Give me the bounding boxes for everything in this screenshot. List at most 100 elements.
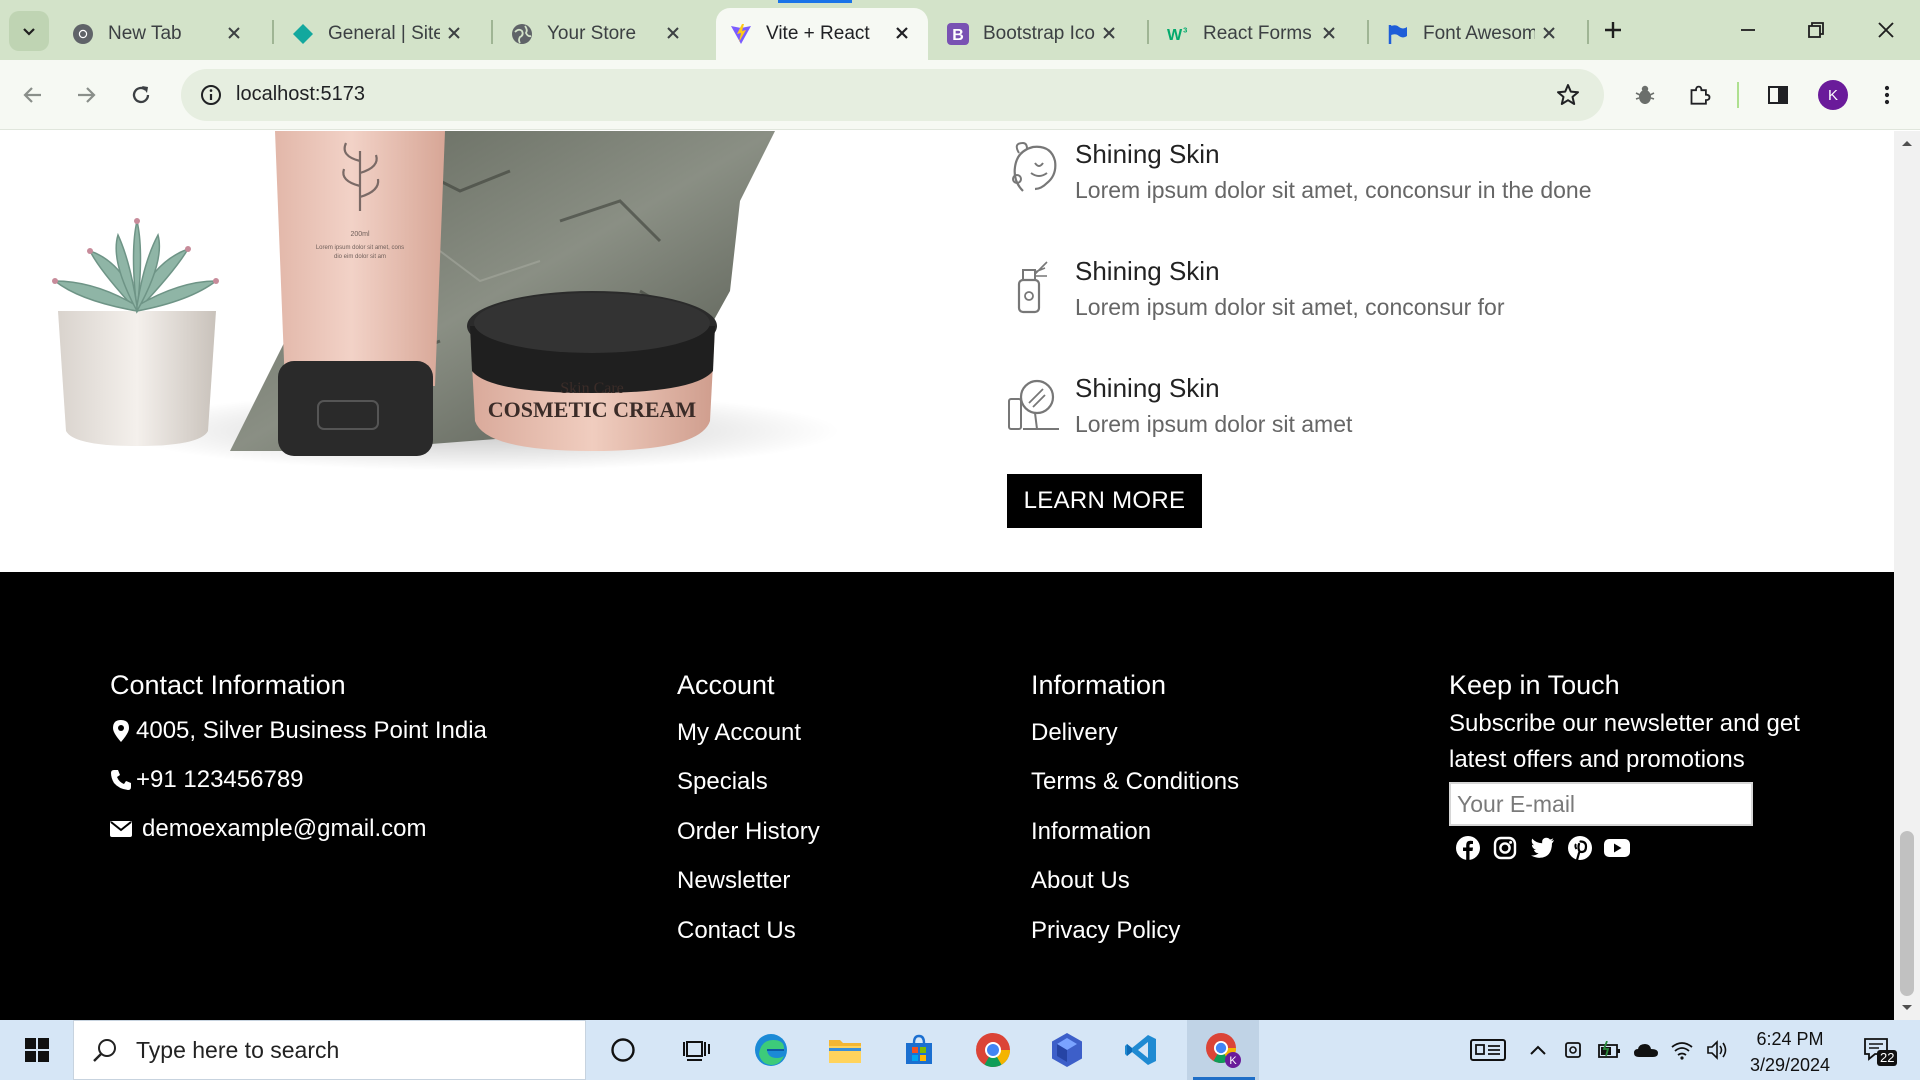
facebook-icon[interactable] bbox=[1455, 835, 1481, 861]
battery-button[interactable] bbox=[1593, 1020, 1627, 1080]
twitter-icon[interactable] bbox=[1530, 835, 1556, 861]
site-info-icon[interactable] bbox=[193, 77, 229, 113]
close-icon[interactable] bbox=[1317, 21, 1341, 45]
footer-link-about-us[interactable]: About Us bbox=[1031, 867, 1130, 895]
close-icon[interactable] bbox=[1537, 21, 1561, 45]
pinterest-icon[interactable] bbox=[1567, 835, 1593, 861]
forward-button[interactable] bbox=[66, 75, 106, 115]
svg-text:K: K bbox=[1229, 1055, 1237, 1067]
tab-react-forms[interactable]: W3 React Forms bbox=[1153, 8, 1355, 60]
scroll-thumb[interactable] bbox=[1900, 831, 1914, 996]
arrow-right-icon bbox=[78, 87, 96, 103]
power-automate-button[interactable] bbox=[1030, 1020, 1104, 1080]
chevron-up-icon bbox=[1530, 1045, 1546, 1055]
footer-link-information[interactable]: Information bbox=[1031, 818, 1151, 846]
face-care-icon bbox=[1012, 141, 1057, 192]
bookmark-star-icon[interactable] bbox=[1550, 77, 1586, 113]
svg-text:COSMETIC CREAM: COSMETIC CREAM bbox=[488, 397, 697, 422]
instagram-icon[interactable] bbox=[1492, 835, 1518, 861]
notification-count: 22 bbox=[1877, 1050, 1898, 1066]
w3schools-icon: W3 bbox=[1167, 23, 1189, 45]
scroll-up-icon[interactable] bbox=[1894, 131, 1920, 155]
close-icon[interactable] bbox=[1097, 21, 1121, 45]
browser-toolbar: localhost:5173 K bbox=[0, 60, 1920, 130]
url-text[interactable]: localhost:5173 bbox=[236, 83, 365, 106]
close-icon[interactable] bbox=[442, 21, 466, 45]
tab-general-site[interactable]: General | Site bbox=[278, 8, 480, 60]
tab-title: Your Store bbox=[547, 23, 637, 44]
minimize-button[interactable] bbox=[1714, 0, 1782, 60]
address-bar[interactable]: localhost:5173 bbox=[181, 69, 1604, 121]
battery-icon bbox=[1598, 1041, 1620, 1058]
footer-link-delivery[interactable]: Delivery bbox=[1031, 719, 1118, 747]
address-text: 4005, Silver Business Point India bbox=[136, 717, 487, 744]
chrome-taskbar-button[interactable] bbox=[956, 1020, 1030, 1080]
side-panel-button[interactable] bbox=[1758, 75, 1798, 115]
footer-link-contact-us[interactable]: Contact Us bbox=[677, 917, 796, 945]
more-vertical-icon bbox=[1884, 85, 1890, 105]
footer-link-terms[interactable]: Terms & Conditions bbox=[1031, 768, 1239, 796]
tab-search-button[interactable] bbox=[9, 11, 49, 51]
youtube-icon[interactable] bbox=[1604, 835, 1630, 861]
bootstrap-icon: B bbox=[947, 23, 969, 45]
svg-text:dio eim dolor sit am: dio eim dolor sit am bbox=[334, 254, 386, 260]
arrow-left-icon bbox=[23, 87, 41, 103]
task-view-button[interactable] bbox=[660, 1020, 734, 1080]
contact-address: 4005, Silver Business Point India bbox=[110, 717, 487, 745]
footer-link-specials[interactable]: Specials bbox=[677, 768, 768, 796]
close-icon[interactable] bbox=[661, 21, 685, 45]
map-marker-icon bbox=[110, 719, 132, 743]
browser-menu-button[interactable] bbox=[1867, 75, 1907, 115]
close-icon[interactable] bbox=[222, 21, 246, 45]
restore-button[interactable] bbox=[1782, 0, 1850, 60]
scroll-down-icon[interactable] bbox=[1894, 996, 1920, 1020]
tab-bootstrap-icons[interactable]: B Bootstrap Icon bbox=[933, 8, 1135, 60]
cortana-button[interactable] bbox=[586, 1020, 660, 1080]
newsletter-email-input[interactable] bbox=[1449, 782, 1753, 826]
start-button[interactable] bbox=[0, 1020, 74, 1080]
back-button[interactable] bbox=[13, 75, 53, 115]
clock-date: 3/29/2024 bbox=[1749, 1055, 1831, 1075]
file-explorer-button[interactable] bbox=[808, 1020, 882, 1080]
onedrive-button[interactable] bbox=[1629, 1020, 1663, 1080]
show-hidden-icons-button[interactable] bbox=[1521, 1020, 1555, 1080]
account-heading: Account bbox=[677, 670, 775, 700]
news-widget-button[interactable] bbox=[1466, 1020, 1510, 1080]
flag-icon bbox=[1387, 23, 1409, 45]
chrome-profile-taskbar-button[interactable]: K bbox=[1187, 1020, 1259, 1080]
new-tab-button[interactable] bbox=[1596, 13, 1630, 47]
feature-text: Lorem ipsum dolor sit amet, conconsur in… bbox=[1075, 177, 1592, 203]
taskbar-clock[interactable]: 6:24 PM 3/29/2024 bbox=[1730, 1026, 1850, 1078]
extensions-button[interactable] bbox=[1679, 75, 1719, 115]
vscode-button[interactable] bbox=[1104, 1020, 1178, 1080]
meet-now-button[interactable] bbox=[1557, 1020, 1591, 1080]
envelope-icon bbox=[110, 817, 132, 841]
clock-time: 6:24 PM bbox=[1756, 1029, 1824, 1049]
edge-browser-button[interactable] bbox=[734, 1020, 808, 1080]
close-window-button[interactable] bbox=[1852, 0, 1920, 60]
profile-avatar[interactable]: K bbox=[1818, 80, 1848, 110]
page-scrollbar[interactable] bbox=[1894, 131, 1920, 1020]
taskbar-search-box[interactable]: Type here to search bbox=[73, 1020, 586, 1080]
tab-new-tab[interactable]: New Tab bbox=[58, 8, 260, 60]
screen: New Tab General | Site Your Store Vite +… bbox=[0, 0, 1920, 1080]
footer-link-order-history[interactable]: Order History bbox=[677, 818, 820, 846]
action-center-button[interactable]: 22 bbox=[1855, 1020, 1901, 1080]
tab-your-store[interactable]: Your Store bbox=[497, 8, 699, 60]
microsoft-store-button[interactable] bbox=[882, 1020, 956, 1080]
footer-link-privacy-policy[interactable]: Privacy Policy bbox=[1031, 917, 1180, 945]
extension-bug-button[interactable] bbox=[1625, 75, 1665, 115]
learn-more-button[interactable]: LEARN MORE bbox=[1007, 474, 1202, 528]
tab-vite-react[interactable]: Vite + React bbox=[716, 8, 928, 60]
svg-text:200ml: 200ml bbox=[350, 231, 370, 238]
svg-text:Lorem ipsum dolor sit amet, co: Lorem ipsum dolor sit amet, cons bbox=[316, 245, 404, 251]
tab-font-awesome[interactable]: Font Awesom bbox=[1373, 8, 1575, 60]
vscode-icon bbox=[1125, 1035, 1156, 1065]
close-icon[interactable] bbox=[890, 21, 914, 45]
footer-link-newsletter[interactable]: Newsletter bbox=[677, 867, 790, 895]
reload-button[interactable] bbox=[121, 75, 161, 115]
windows-taskbar: Type here to search K 6:24 PM 3/29/2024 … bbox=[0, 1020, 1920, 1080]
wifi-button[interactable] bbox=[1665, 1020, 1699, 1080]
cosmetic-product-image: 200ml Lorem ipsum dolor sit amet, cons d… bbox=[52, 131, 840, 471]
footer-link-my-account[interactable]: My Account bbox=[677, 719, 801, 747]
